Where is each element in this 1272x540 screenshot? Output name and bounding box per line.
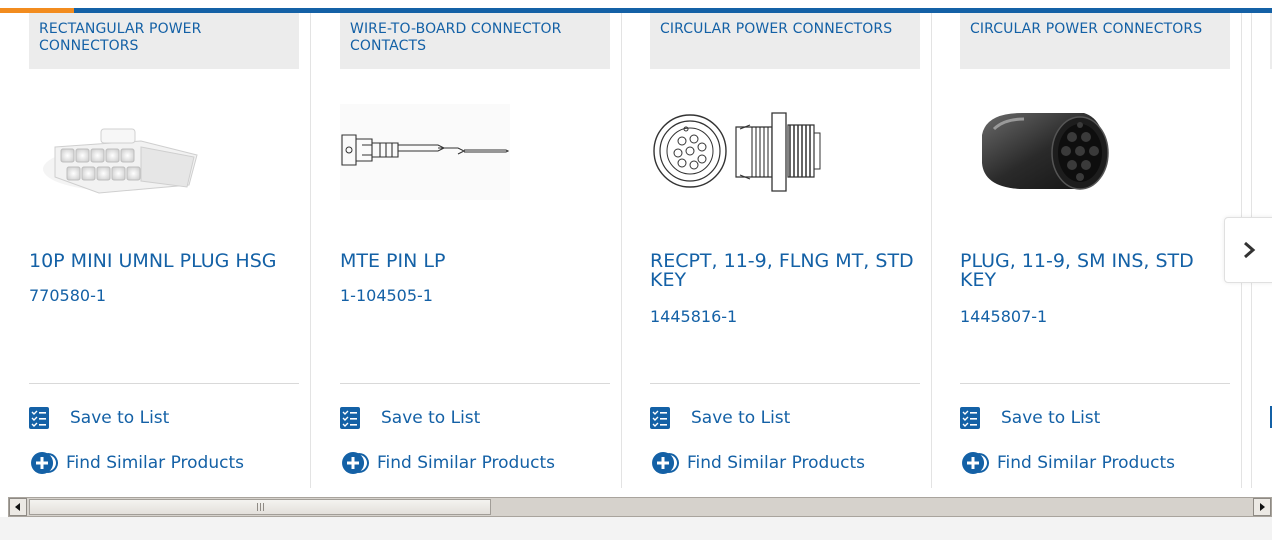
product-title-link[interactable]: RECPT, 11-9, FLNG MT, STD KEY bbox=[650, 252, 925, 290]
product-card: CIRCULAR POWER CONNECTORS bbox=[621, 13, 932, 488]
similar-products-icon bbox=[340, 450, 374, 476]
find-similar-products-button[interactable]: Find Similar Products bbox=[960, 450, 1175, 476]
bottom-band bbox=[0, 517, 1272, 540]
scrollbar-thumb[interactable] bbox=[29, 499, 491, 515]
product-card: RECTANGULAR POWER CONNECTORS 10P MINI UM… bbox=[0, 13, 311, 488]
save-to-list-label: Save to List bbox=[70, 408, 170, 428]
save-to-list-label: Save to List bbox=[691, 408, 791, 428]
product-card: WIRE-TO-BOARD CONNECTOR CONTACTS MTE PIN… bbox=[311, 13, 622, 488]
arrow-right-icon bbox=[1260, 503, 1265, 511]
circular-plug-image[interactable] bbox=[960, 99, 1230, 209]
find-similar-products-button[interactable]: Find Similar Products bbox=[340, 450, 555, 476]
category-label[interactable]: CIRCULAR POWER CONNECTORS bbox=[650, 13, 920, 69]
part-number[interactable]: 1445807-1 bbox=[960, 307, 1047, 327]
top-accent-bar bbox=[0, 0, 1272, 13]
scroll-right-button[interactable] bbox=[1253, 498, 1271, 516]
grip-icon bbox=[256, 503, 264, 511]
similar-products-icon bbox=[650, 450, 684, 476]
similar-products-icon bbox=[29, 450, 63, 476]
flange-receptacle-image[interactable] bbox=[650, 99, 920, 209]
save-to-list-button[interactable]: Save to List bbox=[29, 405, 169, 431]
category-label[interactable]: CIRCULAR POWER CONNECTORS bbox=[960, 13, 1230, 69]
checklist-icon bbox=[29, 407, 49, 429]
category-label[interactable]: RECTANGULAR POWER CONNECTORS bbox=[29, 13, 299, 69]
find-similar-products-button[interactable]: Find Similar Products bbox=[29, 450, 244, 476]
horizontal-scrollbar[interactable] bbox=[8, 497, 1272, 517]
part-number[interactable]: 1445816-1 bbox=[650, 307, 737, 327]
card-divider bbox=[340, 383, 610, 384]
chevron-right-icon bbox=[1244, 241, 1256, 259]
pin-contact-image[interactable] bbox=[340, 99, 610, 209]
product-card: CIRCULAR POWER CONNECTORS bbox=[931, 13, 1242, 488]
save-to-list-label: Save to List bbox=[381, 408, 481, 428]
arrow-left-icon bbox=[15, 503, 20, 511]
carousel-next-button[interactable] bbox=[1224, 217, 1272, 283]
product-title-link[interactable]: PLUG, 11-9, SM INS, STD KEY bbox=[960, 252, 1235, 290]
product-carousel: RECTANGULAR POWER CONNECTORS 10P MINI UM… bbox=[0, 13, 1272, 488]
find-similar-label: Find Similar Products bbox=[997, 453, 1175, 473]
save-to-list-label: Save to List bbox=[1001, 408, 1101, 428]
part-number[interactable]: 1-104505-1 bbox=[340, 286, 433, 306]
save-to-list-button[interactable]: Save to List bbox=[340, 405, 480, 431]
save-to-list-button[interactable]: Save to List bbox=[650, 405, 790, 431]
find-similar-label: Find Similar Products bbox=[66, 453, 244, 473]
scroll-left-button[interactable] bbox=[9, 498, 27, 516]
find-similar-label: Find Similar Products bbox=[687, 453, 865, 473]
card-divider bbox=[29, 383, 299, 384]
checklist-icon bbox=[960, 407, 980, 429]
product-title-link[interactable]: 10P MINI UMNL PLUG HSG bbox=[29, 252, 304, 271]
checklist-icon bbox=[650, 407, 670, 429]
rectangular-connector-image[interactable] bbox=[29, 99, 299, 209]
checklist-icon bbox=[340, 407, 360, 429]
find-similar-label: Find Similar Products bbox=[377, 453, 555, 473]
card-divider bbox=[650, 383, 920, 384]
product-title-link[interactable]: MTE PIN LP bbox=[340, 252, 615, 271]
part-number[interactable]: 770580-1 bbox=[29, 286, 106, 306]
card-divider bbox=[960, 383, 1230, 384]
similar-products-icon bbox=[960, 450, 994, 476]
find-similar-products-button[interactable]: Find Similar Products bbox=[650, 450, 865, 476]
save-to-list-button[interactable]: Save to List bbox=[960, 405, 1100, 431]
category-label[interactable]: WIRE-TO-BOARD CONNECTOR CONTACTS bbox=[340, 13, 610, 69]
